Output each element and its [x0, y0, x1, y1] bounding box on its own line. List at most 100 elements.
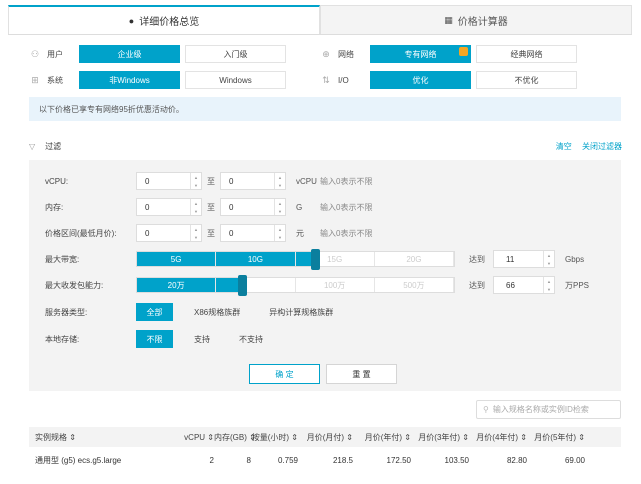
- network-classic-button[interactable]: 经典网络: [476, 45, 577, 63]
- network-vpc-label: 专有网络: [404, 49, 437, 59]
- table-row[interactable]: 通用型 (g5) ecs.g5.large 2 8 0.759 218.5 17…: [29, 447, 621, 473]
- table-cell: 82.80: [506, 455, 527, 465]
- pps-reach-label: 达到: [469, 280, 485, 290]
- stepper-arrows[interactable]: ▲ ▼: [190, 199, 201, 215]
- vcpu-label: vCPU:: [45, 176, 69, 186]
- bandwidth-filter-row: 最大带宽: 5G 10G 15G 20G 达到 11 ▲ ▼ Gbps: [45, 249, 589, 270]
- stepper-arrows[interactable]: ▲ ▼: [543, 277, 554, 293]
- column-header[interactable]: 月价(3年付) ⇕: [411, 432, 469, 443]
- close-filter-link[interactable]: 关闭过滤器: [582, 142, 622, 151]
- user-label-wrap: ⚇ 用户: [29, 49, 79, 60]
- vcpu-unit: vCPU: [296, 176, 317, 186]
- user-entry-button[interactable]: 入门级: [185, 45, 286, 63]
- price-label: 价格区间(最低月价):: [45, 228, 117, 238]
- up-arrow-icon[interactable]: ▲: [194, 201, 198, 206]
- bandwidth-reach-label: 达到: [469, 254, 485, 264]
- storage-unlimited-button[interactable]: 不限: [136, 330, 173, 348]
- vcpu-min-value: 0: [145, 176, 150, 186]
- table-cell: 8: [246, 455, 251, 465]
- up-arrow-icon[interactable]: ▲: [194, 227, 198, 232]
- confirm-button[interactable]: 确 定: [249, 364, 320, 384]
- column-header[interactable]: 月价(5年付) ⇕: [527, 432, 585, 443]
- pps-slider-handle[interactable]: [238, 275, 247, 296]
- network-vpc-button[interactable]: 专有网络: [370, 45, 471, 63]
- price-max-input[interactable]: 0 ▲ ▼: [220, 224, 286, 242]
- io-not-optimized-button[interactable]: 不优化: [476, 71, 577, 89]
- up-arrow-icon[interactable]: ▲: [278, 175, 282, 180]
- column-header[interactable]: 内存(GB) ⇕: [214, 432, 256, 443]
- column-header[interactable]: 实例规格 ⇕: [29, 432, 176, 443]
- server-type-label: 服务器类型:: [45, 307, 88, 317]
- clear-filter-link[interactable]: 清空: [556, 142, 572, 151]
- server-type-all-button[interactable]: 全部: [136, 303, 173, 321]
- server-type-heterogeneous-button[interactable]: 异构计算规格族群: [261, 303, 341, 321]
- io-label: I/O: [338, 75, 349, 85]
- down-arrow-icon[interactable]: ▼: [278, 235, 282, 240]
- column-header[interactable]: 月价(月付) ⇕: [298, 432, 353, 443]
- down-arrow-icon[interactable]: ▼: [278, 209, 282, 214]
- grid-icon: ⊞: [31, 74, 39, 85]
- up-arrow-icon[interactable]: ▲: [547, 253, 551, 258]
- pps-label: 最大收发包能力:: [45, 280, 104, 290]
- price-hint: 输入0表示不限: [320, 228, 373, 238]
- tab-price-overview[interactable]: ● 详细价格总览: [8, 5, 320, 34]
- system-non-windows-button[interactable]: 非Windows: [79, 71, 180, 89]
- vcpu-filter-row: vCPU: 0 ▲ ▼ 至 0 ▲ ▼ vCPU 输入0表示不限: [45, 171, 372, 191]
- stepper-arrows[interactable]: ▲ ▼: [543, 251, 554, 267]
- tab-price-calculator[interactable]: ▦ 价格计算器: [320, 5, 632, 34]
- server-type-x86-button[interactable]: X86规格族群: [186, 303, 248, 321]
- memory-hint: 输入0表示不限: [320, 202, 373, 212]
- price-max-value: 0: [229, 228, 234, 238]
- reset-button[interactable]: 重 置: [326, 364, 397, 384]
- bandwidth-tick: 5G: [137, 252, 217, 266]
- user-enterprise-button[interactable]: 企业级: [79, 45, 180, 63]
- memory-label: 内存:: [45, 202, 64, 212]
- pps-tick: 20万: [137, 278, 217, 292]
- io-option-row: ⇅ I/O 优化 不优化: [320, 70, 582, 90]
- up-arrow-icon[interactable]: ▲: [194, 175, 198, 180]
- bandwidth-input[interactable]: 11 ▲ ▼: [493, 250, 555, 268]
- memory-max-input[interactable]: 0 ▲ ▼: [220, 198, 286, 216]
- stepper-arrows[interactable]: ▲ ▼: [190, 225, 201, 241]
- vcpu-max-input[interactable]: 0 ▲ ▼: [220, 172, 286, 190]
- down-arrow-icon[interactable]: ▼: [194, 209, 198, 214]
- column-header[interactable]: 月价(4年付) ⇕: [469, 432, 527, 443]
- range-to-label: 至: [207, 176, 215, 186]
- stepper-arrows[interactable]: ▲ ▼: [274, 225, 285, 241]
- pps-unit: 万PPS: [565, 280, 590, 290]
- bandwidth-slider-handle[interactable]: [311, 249, 320, 270]
- storage-unsupported-button[interactable]: 不支持: [231, 330, 271, 348]
- stepper-arrows[interactable]: ▲ ▼: [274, 199, 285, 215]
- down-arrow-icon[interactable]: ▼: [547, 287, 551, 292]
- bandwidth-value: 11: [506, 254, 515, 264]
- column-header[interactable]: vCPU ⇕: [176, 433, 214, 442]
- up-arrow-icon[interactable]: ▲: [278, 201, 282, 206]
- filter-links: 清空 关闭过滤器: [548, 141, 622, 152]
- pps-input[interactable]: 66 ▲ ▼: [493, 276, 555, 294]
- down-arrow-icon[interactable]: ▼: [194, 235, 198, 240]
- pps-slider[interactable]: 20万 50万 100万 500万: [136, 275, 455, 296]
- table-cell: 172.50: [386, 455, 411, 465]
- stepper-arrows[interactable]: ▲ ▼: [274, 173, 285, 189]
- io-optimized-button[interactable]: 优化: [370, 71, 471, 89]
- bandwidth-slider[interactable]: 5G 10G 15G 20G: [136, 249, 455, 270]
- pps-tick: 100万: [296, 278, 375, 292]
- vcpu-min-input[interactable]: 0 ▲ ▼: [136, 172, 202, 190]
- filter-icon: ▽: [29, 141, 36, 151]
- memory-min-input[interactable]: 0 ▲ ▼: [136, 198, 202, 216]
- system-windows-button[interactable]: Windows: [185, 71, 286, 89]
- stepper-arrows[interactable]: ▲ ▼: [190, 173, 201, 189]
- down-arrow-icon[interactable]: ▼: [278, 183, 282, 188]
- instance-search-input[interactable]: ⚲ 输入规格名称或实例ID检索: [476, 400, 621, 419]
- up-arrow-icon[interactable]: ▲: [278, 227, 282, 232]
- column-header[interactable]: 月价(年付) ⇕: [353, 432, 411, 443]
- down-arrow-icon[interactable]: ▼: [547, 261, 551, 266]
- price-min-input[interactable]: 0 ▲ ▼: [136, 224, 202, 242]
- vcpu-hint: 输入0表示不限: [320, 176, 373, 186]
- tab-label: 详细价格总览: [139, 17, 200, 28]
- column-header[interactable]: 按量(小时) ⇕: [251, 432, 298, 443]
- up-arrow-icon[interactable]: ▲: [547, 279, 551, 284]
- circle-icon: ●: [128, 15, 135, 26]
- down-arrow-icon[interactable]: ▼: [194, 183, 198, 188]
- storage-supported-button[interactable]: 支持: [186, 330, 218, 348]
